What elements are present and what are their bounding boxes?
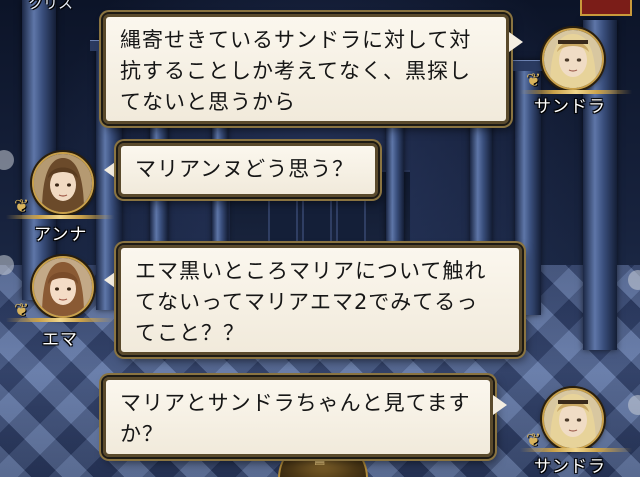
top-speaker-label: クリス bbox=[28, 0, 74, 12]
bubble-tail bbox=[104, 160, 118, 180]
gold-flourish-icon: ❦ bbox=[526, 70, 542, 91]
bubble-tail bbox=[104, 270, 118, 290]
bubble-tail bbox=[493, 395, 507, 415]
gold-flourish-icon: ❦ bbox=[526, 430, 542, 451]
game-scene: クリス ♛ 縄寄せきているサンドラに対して対 抗することしか考えてなく、黒探し … bbox=[0, 0, 640, 477]
speaker-name: サンドラ bbox=[534, 457, 606, 477]
avatar-sandra[interactable] bbox=[542, 28, 604, 90]
chat-bubble: マリアンヌどう思う？ bbox=[118, 143, 378, 197]
chat-bubble: マリアとサンドラちゃんと見てます か？ bbox=[103, 377, 493, 457]
speaker-name: サンドラ bbox=[534, 97, 606, 117]
avatar-anna[interactable] bbox=[32, 152, 94, 214]
portrait-frame-top bbox=[580, 0, 632, 16]
bubble-tail bbox=[509, 32, 523, 52]
scroll-indicator bbox=[0, 150, 14, 170]
chat-bubble: エマ黒いところマリアについて触れ てないってマリアエマ2でみてるっ てこと？？ bbox=[118, 245, 522, 355]
pillar bbox=[22, 0, 56, 300]
speaker-name: エマ bbox=[42, 330, 78, 350]
gold-flourish-icon: ❦ bbox=[14, 196, 30, 217]
chat-bubble: 縄寄せきているサンドラに対して対 抗することしか考えてなく、黒探し てないと思う… bbox=[103, 14, 509, 124]
speaker-name: アンナ bbox=[34, 225, 88, 245]
avatar-sandra[interactable] bbox=[542, 388, 604, 450]
gold-flourish-icon: ❦ bbox=[14, 300, 30, 321]
avatar-emma[interactable] bbox=[32, 256, 94, 318]
